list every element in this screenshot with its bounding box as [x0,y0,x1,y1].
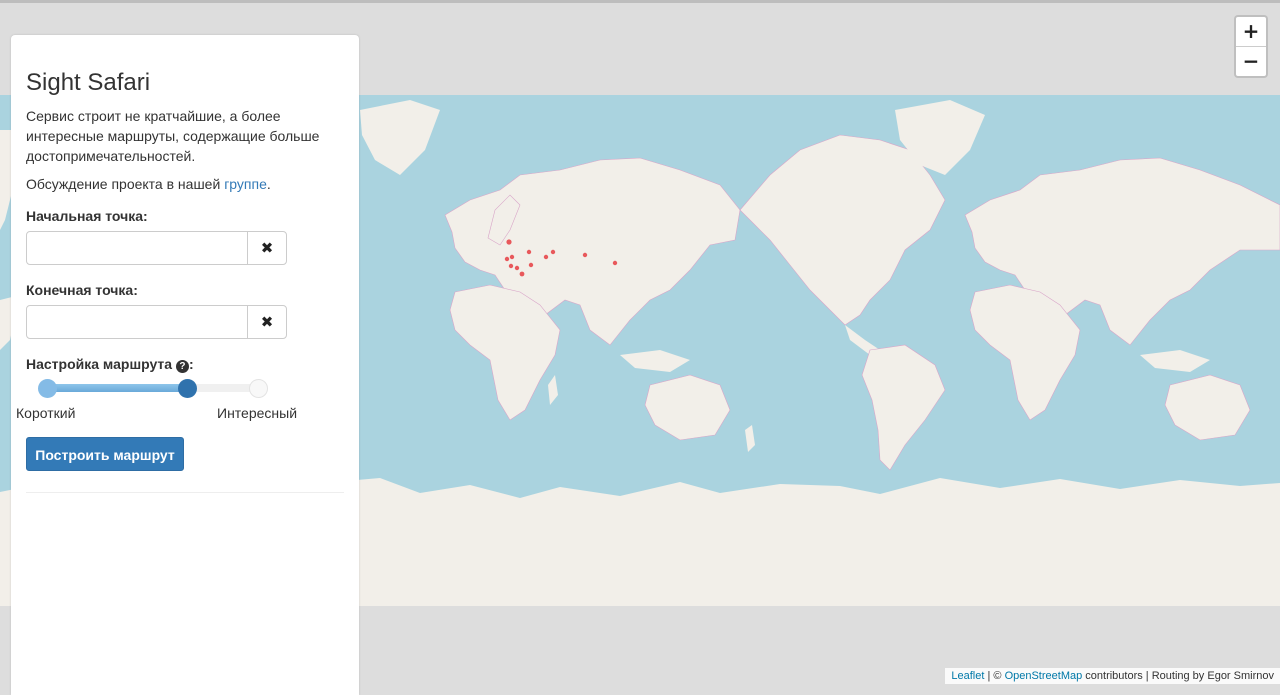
attribution-contributors: contributors | Routing by Egor Smirnov [1082,670,1274,682]
start-clear-button[interactable]: ✖ [247,232,286,264]
page-title: Sight Safari [26,69,151,96]
end-point-group: ✖ [26,305,287,339]
discussion-prefix: Обсуждение проекта в нашей [26,176,221,192]
end-point-input[interactable] [27,306,237,336]
openstreetmap-link[interactable]: OpenStreetMap [1005,670,1083,682]
slider-min-handle[interactable] [38,379,57,398]
group-link[interactable]: группе [224,176,267,192]
start-point-input[interactable] [27,232,237,262]
sight-marker[interactable] [582,252,588,258]
route-slider[interactable] [47,384,259,392]
sight-marker[interactable] [508,263,514,269]
zoom-control: + − [1234,15,1268,78]
route-setting-colon: : [188,356,194,372]
sight-marker[interactable] [550,249,556,255]
divider [26,492,344,493]
sight-marker[interactable] [506,239,512,245]
slider-max-label: Интересный [217,405,298,421]
build-route-button[interactable]: Построить маршрут [26,437,184,471]
app-description: Сервис строит не кратчайшие, а более инт… [26,108,320,164]
slider-handle[interactable] [178,379,197,398]
sidebar-panel: Sight Safari Сервис строит не кратчайшие… [11,35,359,695]
sight-marker[interactable] [612,260,618,266]
zoom-out-button[interactable]: − [1236,46,1266,76]
discussion-suffix: . [266,176,271,192]
attribution-separator: | © [984,670,1005,682]
leaflet-link[interactable]: Leaflet [951,670,984,682]
times-icon: ✖ [260,313,274,331]
sight-marker[interactable] [509,254,515,260]
sight-marker[interactable] [519,271,525,277]
sight-marker[interactable] [528,262,534,268]
slider-min-label: Короткий [16,405,76,421]
discussion-text: Обсуждение проекта в нашей группе. [26,176,271,192]
map-attribution: Leaflet | © OpenStreetMap contributors |… [945,668,1280,684]
sight-marker[interactable] [514,265,520,271]
slider-max-tick [249,379,268,398]
route-setting-label: Настройка маршрута ?: [26,356,194,373]
sight-marker[interactable] [526,249,532,255]
sight-marker[interactable] [504,256,510,262]
times-icon: ✖ [260,239,274,257]
zoom-in-button[interactable]: + [1236,17,1266,46]
start-point-group: ✖ [26,231,287,265]
route-slider-fill [47,384,187,392]
sight-marker[interactable] [543,254,549,260]
question-circle-icon[interactable]: ? [175,360,189,373]
end-clear-button[interactable]: ✖ [247,306,286,338]
end-point-label: Конечная точка: [26,282,138,298]
start-point-label: Начальная точка: [26,208,148,224]
route-setting-text: Настройка маршрута [26,356,173,372]
